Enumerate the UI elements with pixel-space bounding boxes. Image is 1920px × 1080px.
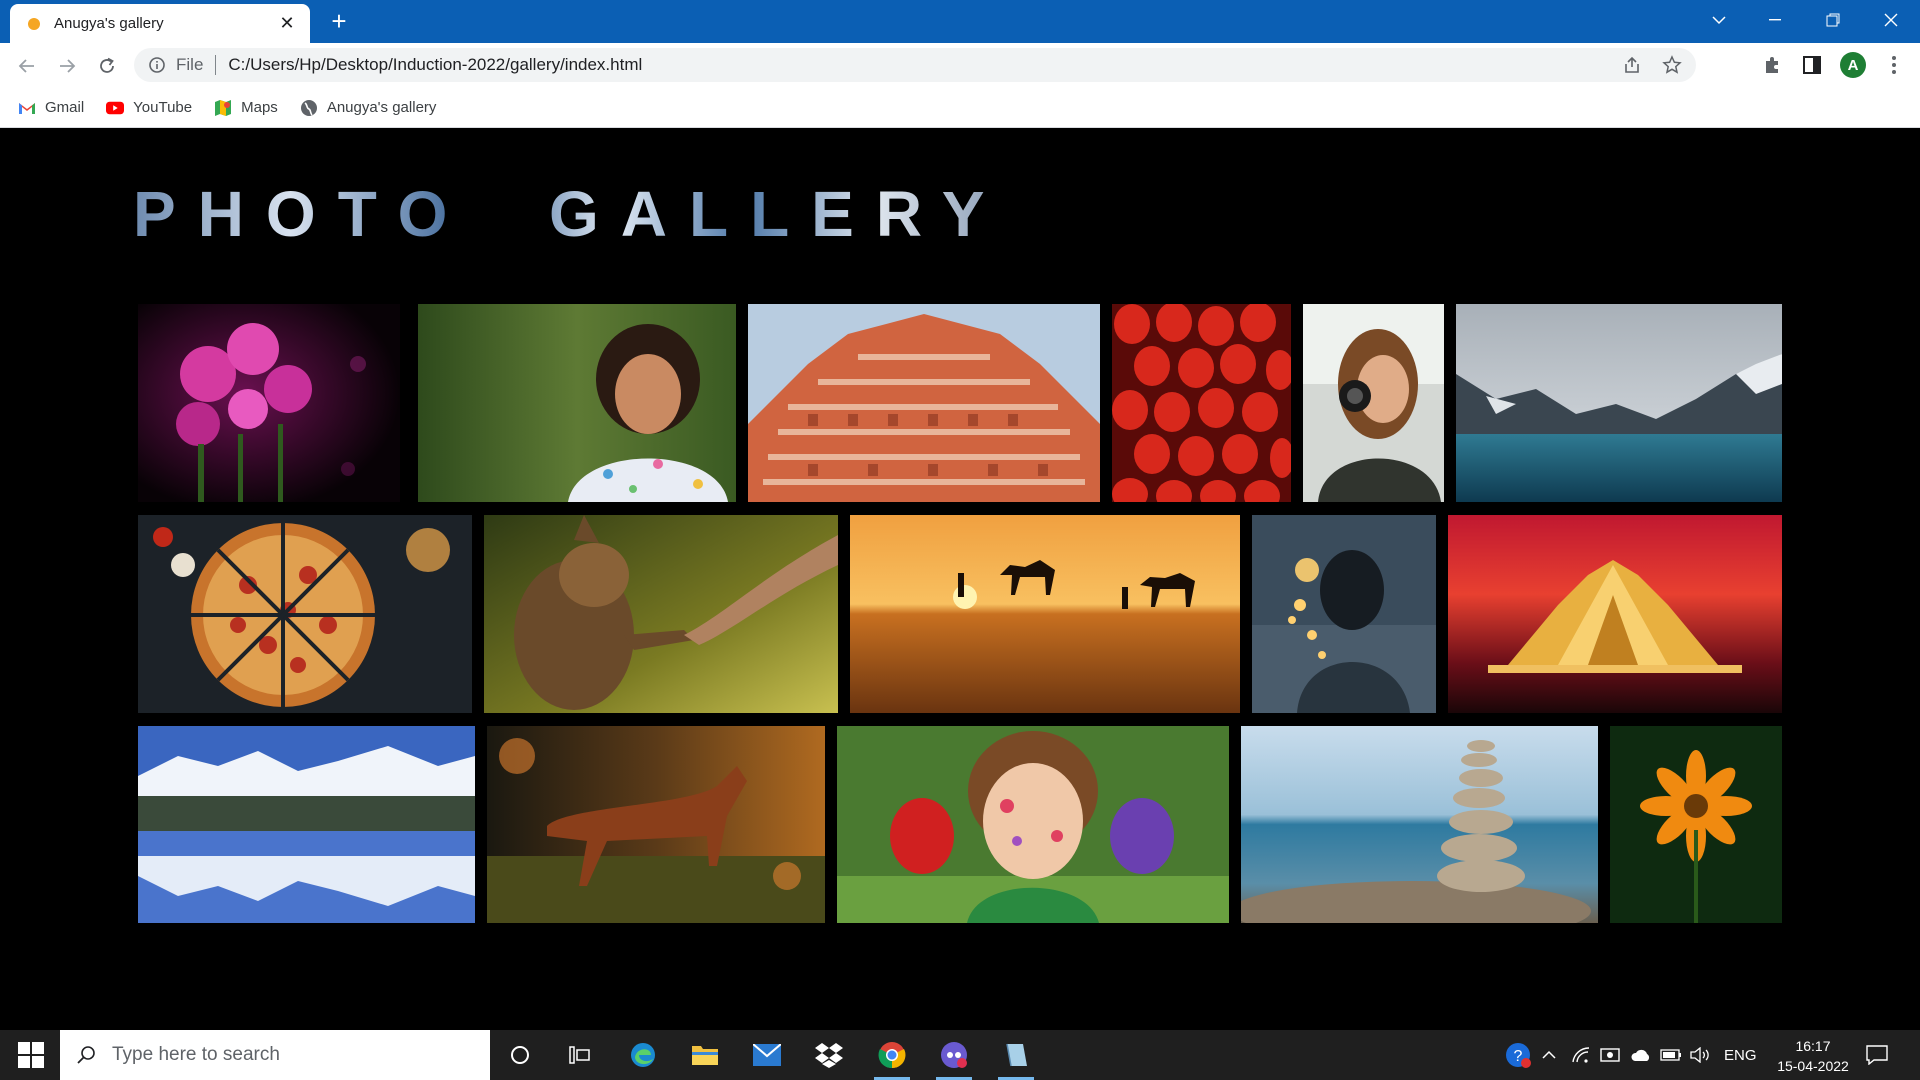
extensions-icon[interactable] bbox=[1760, 53, 1784, 77]
tab-favicon-icon bbox=[28, 17, 40, 30]
task-view-icon[interactable] bbox=[563, 1038, 597, 1072]
dropbox-icon[interactable] bbox=[812, 1038, 846, 1072]
strawberries-photo[interactable] bbox=[1112, 304, 1291, 502]
orange-flower-photo[interactable] bbox=[1610, 726, 1782, 923]
snowy-mountains-reflection-photo[interactable] bbox=[138, 726, 475, 923]
bookmark-label: Anugya's gallery bbox=[326, 99, 437, 116]
bookmark-label: YouTube bbox=[133, 99, 193, 116]
help-icon[interactable]: ? bbox=[1504, 1030, 1532, 1080]
notepad-icon[interactable] bbox=[998, 1038, 1034, 1080]
taskbar-search-box[interactable]: Type here to search bbox=[60, 1030, 490, 1080]
close-window-button[interactable] bbox=[1868, 0, 1914, 40]
volume-icon[interactable] bbox=[1690, 1030, 1710, 1080]
desert-camels-photo[interactable] bbox=[850, 515, 1240, 713]
browser-titlebar: Anugya's gallery ✕ + bbox=[0, 0, 1920, 43]
system-clock[interactable]: 16:17 15-04-2022 bbox=[1768, 1036, 1858, 1076]
bookmark-youtube[interactable]: YouTube bbox=[106, 99, 192, 117]
side-panel-icon[interactable] bbox=[1800, 53, 1824, 77]
browser-tab[interactable]: Anugya's gallery ✕ bbox=[10, 4, 310, 43]
file-explorer-icon[interactable] bbox=[688, 1038, 722, 1072]
tab-search-chevron-icon[interactable] bbox=[1696, 0, 1742, 40]
address-bar[interactable]: File C:/Users/Hp/Desktop/Induction-2022/… bbox=[134, 48, 1696, 82]
url-text[interactable]: C:/Users/Hp/Desktop/Induction-2022/galle… bbox=[228, 55, 642, 75]
youtube-icon bbox=[106, 101, 125, 114]
wifi-icon[interactable] bbox=[1572, 1030, 1590, 1080]
maps-icon bbox=[215, 99, 232, 116]
bookmarks-bar: Gmail YouTube Maps Anugya's gallery bbox=[0, 88, 1920, 128]
chrome-icon[interactable] bbox=[874, 1038, 910, 1080]
gmail-icon bbox=[19, 102, 35, 114]
bookmark-gmail[interactable]: Gmail bbox=[18, 99, 84, 117]
bookmark-star-icon[interactable] bbox=[1662, 55, 1682, 75]
search-icon bbox=[77, 1046, 95, 1064]
show-hidden-icons-chevron-icon[interactable] bbox=[1542, 1030, 1556, 1080]
input-language[interactable]: ENG bbox=[1724, 1030, 1757, 1080]
bookmark-anugyas-gallery[interactable]: Anugya's gallery bbox=[300, 99, 437, 117]
bookmark-maps[interactable]: Maps bbox=[214, 99, 278, 117]
browser-toolbar: File C:/Users/Hp/Desktop/Induction-2022/… bbox=[0, 43, 1920, 88]
info-icon[interactable] bbox=[148, 56, 166, 74]
restore-button[interactable] bbox=[1810, 0, 1856, 40]
chat-app-icon[interactable] bbox=[936, 1038, 972, 1080]
smiling-girl-photo[interactable] bbox=[418, 304, 736, 502]
profile-avatar[interactable]: A bbox=[1840, 52, 1866, 78]
edge-browser-icon[interactable] bbox=[626, 1038, 660, 1072]
globe-icon bbox=[300, 99, 317, 116]
clock-date: 15-04-2022 bbox=[1777, 1058, 1849, 1074]
pink-flowers-photo[interactable] bbox=[138, 304, 400, 502]
back-button[interactable] bbox=[12, 51, 42, 81]
lotus-temple-photo[interactable] bbox=[1448, 515, 1782, 713]
girl-lights-photo[interactable] bbox=[1252, 515, 1436, 713]
clock-time: 16:17 bbox=[1795, 1038, 1831, 1054]
new-tab-button[interactable]: + bbox=[325, 8, 353, 36]
cortana-icon[interactable] bbox=[503, 1038, 537, 1072]
gallery-page: PHOTO GALLERY bbox=[0, 129, 1920, 1030]
notifications-icon[interactable] bbox=[1866, 1030, 1888, 1080]
windows-start-icon[interactable] bbox=[10, 1042, 52, 1068]
bookmark-label: Gmail bbox=[45, 99, 85, 116]
url-scheme: File bbox=[176, 55, 204, 74]
battery-icon[interactable] bbox=[1660, 1030, 1682, 1080]
tab-title: Anugya's gallery bbox=[54, 15, 164, 32]
pizza-photo[interactable] bbox=[138, 515, 472, 713]
onedrive-icon[interactable] bbox=[1630, 1030, 1652, 1080]
bookmark-label: Maps bbox=[241, 99, 278, 116]
meet-now-icon[interactable] bbox=[1600, 1030, 1620, 1080]
mail-icon[interactable] bbox=[750, 1038, 784, 1072]
windows-taskbar: Type here to search ? ENG 16:17 15-04-20… bbox=[0, 1030, 1920, 1080]
url-separator bbox=[215, 55, 217, 75]
page-title: PHOTO GALLERY bbox=[133, 178, 1007, 250]
stacked-stones-photo[interactable] bbox=[1241, 726, 1598, 923]
horse-photo[interactable] bbox=[487, 726, 825, 923]
more-menu-icon[interactable] bbox=[1882, 53, 1906, 77]
search-placeholder: Type here to search bbox=[112, 1044, 280, 1065]
minimize-button[interactable] bbox=[1752, 0, 1798, 40]
girl-with-camera-photo[interactable] bbox=[1303, 304, 1444, 502]
dog-paw-hand-photo[interactable] bbox=[484, 515, 838, 713]
reload-button[interactable] bbox=[92, 51, 122, 81]
hawa-mahal-photo[interactable] bbox=[748, 304, 1100, 502]
tab-close-icon[interactable]: ✕ bbox=[278, 13, 296, 34]
share-icon[interactable] bbox=[1622, 55, 1642, 75]
mountain-lake-photo[interactable] bbox=[1456, 304, 1782, 502]
forward-button[interactable] bbox=[52, 51, 82, 81]
painted-hands-child-photo[interactable] bbox=[837, 726, 1229, 923]
